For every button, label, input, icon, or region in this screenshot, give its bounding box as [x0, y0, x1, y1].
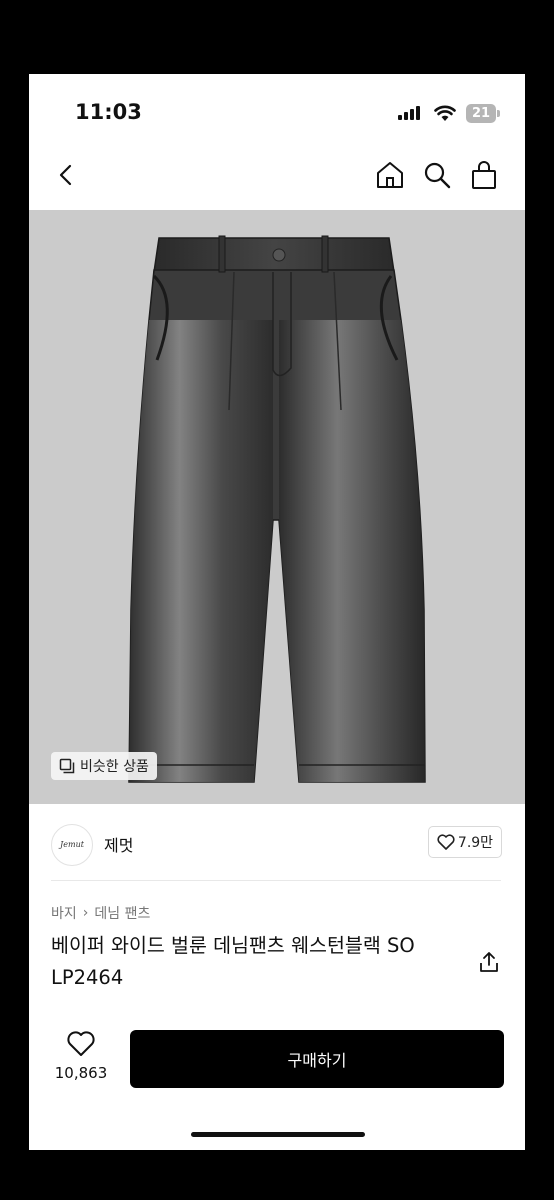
cart-button[interactable]	[467, 158, 501, 192]
battery-icon	[497, 110, 500, 117]
battery-level: 21	[466, 104, 496, 123]
shop-like-button[interactable]: 7.9만	[428, 826, 502, 858]
shop-like-count: 7.9만	[457, 835, 494, 851]
chevron-left-icon	[59, 164, 72, 186]
share-icon	[480, 952, 498, 972]
denim-pants-illustration	[128, 235, 426, 783]
phone-screen: 11:03 21 비슷한 상품 Jemut 제멋 7.9만 바지 › 데님 팬츠…	[29, 74, 525, 1150]
buy-button[interactable]: 구매하기	[130, 1030, 504, 1088]
search-button[interactable]	[420, 158, 454, 192]
breadcrumb-item-pants[interactable]: 바지	[51, 903, 77, 923]
seller-name[interactable]: 제멋	[104, 832, 133, 856]
seller-avatar[interactable]: Jemut	[51, 824, 93, 866]
status-time: 11:03	[75, 100, 142, 124]
cellular-signal-icon	[398, 106, 420, 120]
home-indicator[interactable]	[191, 1132, 365, 1137]
heart-icon	[67, 1031, 95, 1056]
shopping-bag-icon	[472, 161, 496, 189]
share-button[interactable]	[478, 950, 500, 978]
favorite-count: 10,863	[54, 1064, 108, 1082]
chevron-right-icon: ›	[82, 905, 89, 921]
seller-row[interactable]: Jemut 제멋 7.9만	[29, 804, 525, 880]
favorite-button[interactable]: 10,863	[51, 1030, 111, 1082]
product-image[interactable]: 비슷한 상품	[29, 210, 525, 804]
similar-products-button[interactable]: 비슷한 상품	[51, 752, 157, 780]
heart-icon	[437, 834, 455, 850]
breadcrumb: 바지 › 데님 팬츠	[51, 903, 150, 923]
wifi-icon	[434, 105, 456, 121]
similar-products-label: 비슷한 상품	[80, 759, 149, 775]
similar-items-icon	[59, 758, 75, 774]
back-button[interactable]	[49, 158, 83, 192]
status-bar: 11:03 21	[29, 74, 525, 154]
top-nav	[29, 154, 525, 210]
home-icon	[377, 162, 403, 188]
home-button[interactable]	[373, 158, 407, 192]
product-title: 베이퍼 와이드 벌룬 데님팬츠 웨스턴블랙 SO LP2464	[51, 934, 415, 989]
breadcrumb-item-denim[interactable]: 데님 팬츠	[94, 903, 150, 923]
divider	[51, 880, 501, 881]
search-icon	[424, 162, 451, 189]
